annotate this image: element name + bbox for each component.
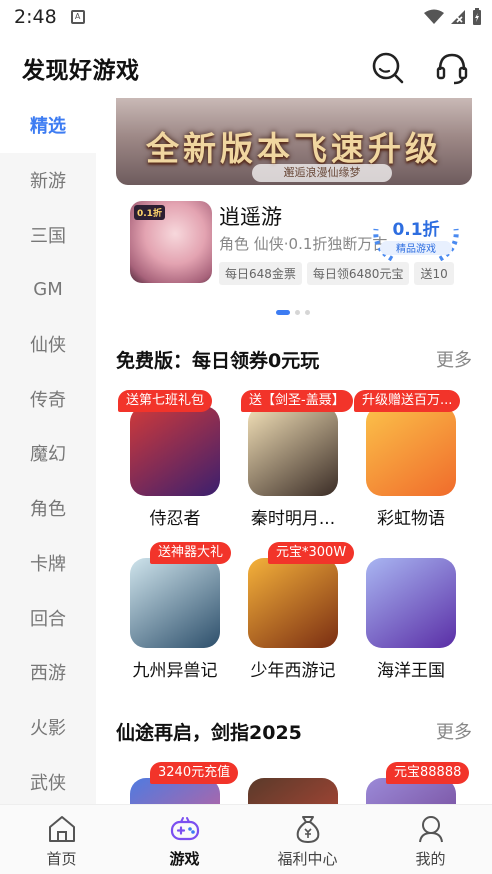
gamepad-icon (170, 817, 199, 841)
game-card[interactable]: 元宝*300W 少年西游记 (234, 542, 355, 686)
status-icons (424, 8, 482, 26)
featured-game-name: 逍遥游 (219, 205, 282, 229)
page-title: 发现好游戏 (22, 58, 140, 84)
tab-label: 首页 (46, 850, 77, 868)
carousel-dot-active (276, 310, 290, 315)
game-card[interactable]: 3240元充值 (116, 762, 239, 804)
status-time: 2:48 (14, 6, 57, 28)
tab-mine[interactable]: 我的 (369, 805, 492, 874)
game-name: 海洋王国 (377, 661, 445, 681)
game-name: 少年西游记 (250, 661, 336, 681)
gift-ribbon: 元宝88888 (386, 762, 470, 784)
featured-game-desc: 角色 仙侠·0.1折独断万古 (219, 235, 388, 253)
tab-welfare[interactable]: 福利中心 (246, 805, 369, 874)
benefit-chip: 每日领6480元宝 (306, 262, 410, 285)
signal-icon (451, 10, 465, 24)
game-name: 秦时明月... (250, 509, 336, 529)
game-icon[interactable] (130, 406, 220, 496)
sidebar-item-legend[interactable]: 传奇 (0, 371, 96, 426)
sidebar-item-fantasy[interactable]: 魔幻 (0, 426, 96, 481)
profile-icon (418, 816, 443, 843)
promo-banner[interactable]: 全新版本飞速升级 邂逅浪漫仙缘梦 (116, 98, 472, 185)
game-card[interactable]: 海洋王国 (352, 544, 470, 686)
game-card[interactable]: 送神器大礼 九州异兽记 (116, 542, 234, 686)
bottom-tab-bar: 首页 游戏 福利中心 我的 (0, 804, 492, 874)
game-name: 侍忍者 (149, 509, 201, 529)
customer-service-icon[interactable] (434, 50, 470, 86)
banner-title: 全新版本飞速升级 (146, 129, 442, 168)
discount-badge-icon: 0.1折 精品游戏 (373, 210, 459, 261)
featured-game-icon[interactable]: 0.1折 (130, 201, 212, 283)
game-card[interactable] (234, 764, 352, 804)
game-grid-row: 3240元充值 元宝88888 (116, 762, 472, 804)
category-sidebar: 精选 新游 三国 GM 仙侠 传奇 魔幻 角色 卡牌 回合 西游 火影 武侠 (0, 98, 96, 804)
featured-game-chips: 每日648金票 每日领6480元宝 送10 (219, 262, 459, 285)
tab-label: 福利中心 (277, 850, 338, 868)
game-card[interactable]: 升级赠送百万... 彩虹物语 (352, 390, 470, 534)
more-link[interactable]: 更多 (436, 346, 472, 372)
game-icon[interactable] (248, 406, 338, 496)
gift-ribbon: 送【剑圣-盖聂】 (241, 390, 353, 412)
more-link[interactable]: 更多 (436, 718, 472, 744)
featured-game-tag: 0.1折 (134, 205, 165, 220)
game-name: 彩虹物语 (377, 509, 445, 529)
carousel-indicator (276, 310, 310, 315)
sidebar-item-wuxia[interactable]: 武侠 (0, 754, 96, 804)
game-card[interactable]: 元宝88888 (352, 762, 470, 804)
sidebar-item-xianxia[interactable]: 仙侠 (0, 317, 96, 372)
home-icon (48, 816, 75, 842)
game-icon[interactable] (366, 406, 456, 496)
badge-sub-text: 精品游戏 (396, 242, 436, 255)
page-header: 发现好游戏 (0, 40, 492, 96)
money-bag-icon (296, 816, 319, 844)
section-free-header: 免费版：每日领券0元玩 更多 (116, 345, 472, 373)
tab-games[interactable]: 游戏 (123, 805, 246, 874)
sidebar-item-journey-west[interactable]: 西游 (0, 645, 96, 700)
banner-subtitle: 邂逅浪漫仙缘梦 (252, 164, 392, 182)
game-grid-row: 送神器大礼 九州异兽记 元宝*300W 少年西游记 海洋王国 (116, 542, 472, 686)
benefit-chip: 送10 (414, 262, 454, 285)
section-xiantu-header: 仙途再启，剑指2025 更多 (116, 717, 472, 745)
sidebar-item-rpg[interactable]: 角色 (0, 481, 96, 536)
sidebar-item-naruto[interactable]: 火影 (0, 700, 96, 755)
carousel-dot (305, 310, 310, 315)
wifi-icon (424, 9, 444, 24)
game-name: 九州异兽记 (132, 661, 218, 681)
tab-home[interactable]: 首页 (0, 805, 123, 874)
gift-ribbon: 送神器大礼 (150, 542, 232, 564)
gift-ribbon: 升级赠送百万... (354, 390, 461, 412)
game-icon[interactable] (248, 558, 338, 648)
benefit-chip: 每日648金票 (219, 262, 302, 285)
tab-label: 我的 (415, 850, 446, 868)
sidebar-item-featured[interactable]: 精选 (0, 98, 96, 153)
game-icon[interactable] (130, 558, 220, 648)
main-content: 全新版本飞速升级 邂逅浪漫仙缘梦 0.1折 逍遥游 角色 仙侠·0.1折独断万古… (96, 98, 492, 804)
battery-icon (473, 8, 481, 25)
status-bar: 2:48 A (0, 0, 492, 34)
tab-label: 游戏 (169, 850, 200, 868)
game-card[interactable]: 送第七班礼包 侍忍者 (116, 390, 234, 534)
sidebar-item-gm[interactable]: GM (0, 262, 96, 317)
sim-icon: A (70, 10, 85, 24)
game-grid-row: 送第七班礼包 侍忍者 送【剑圣-盖聂】 秦时明月... 升级赠送百万... 彩虹… (116, 390, 472, 534)
gift-ribbon: 3240元充值 (150, 762, 239, 784)
sidebar-item-turn-based[interactable]: 回合 (0, 590, 96, 645)
featured-game[interactable]: 0.1折 逍遥游 角色 仙侠·0.1折独断万古 每日648金票 每日领6480元… (130, 201, 472, 287)
gift-ribbon: 元宝*300W (268, 542, 355, 564)
game-icon[interactable] (366, 558, 456, 648)
sidebar-item-card[interactable]: 卡牌 (0, 536, 96, 591)
gift-ribbon: 送第七班礼包 (118, 390, 213, 412)
sidebar-item-three-kingdoms[interactable]: 三国 (0, 207, 96, 262)
carousel-dot (295, 310, 300, 315)
game-icon[interactable] (248, 778, 338, 804)
section-title: 免费版：每日领券0元玩 (116, 349, 320, 372)
search-icon[interactable] (370, 50, 406, 86)
badge-main-text: 0.1折 (392, 219, 439, 240)
sidebar-item-new[interactable]: 新游 (0, 153, 96, 208)
game-card[interactable]: 送【剑圣-盖聂】 秦时明月... (234, 390, 353, 534)
section-title: 仙途再启，剑指2025 (116, 721, 302, 744)
